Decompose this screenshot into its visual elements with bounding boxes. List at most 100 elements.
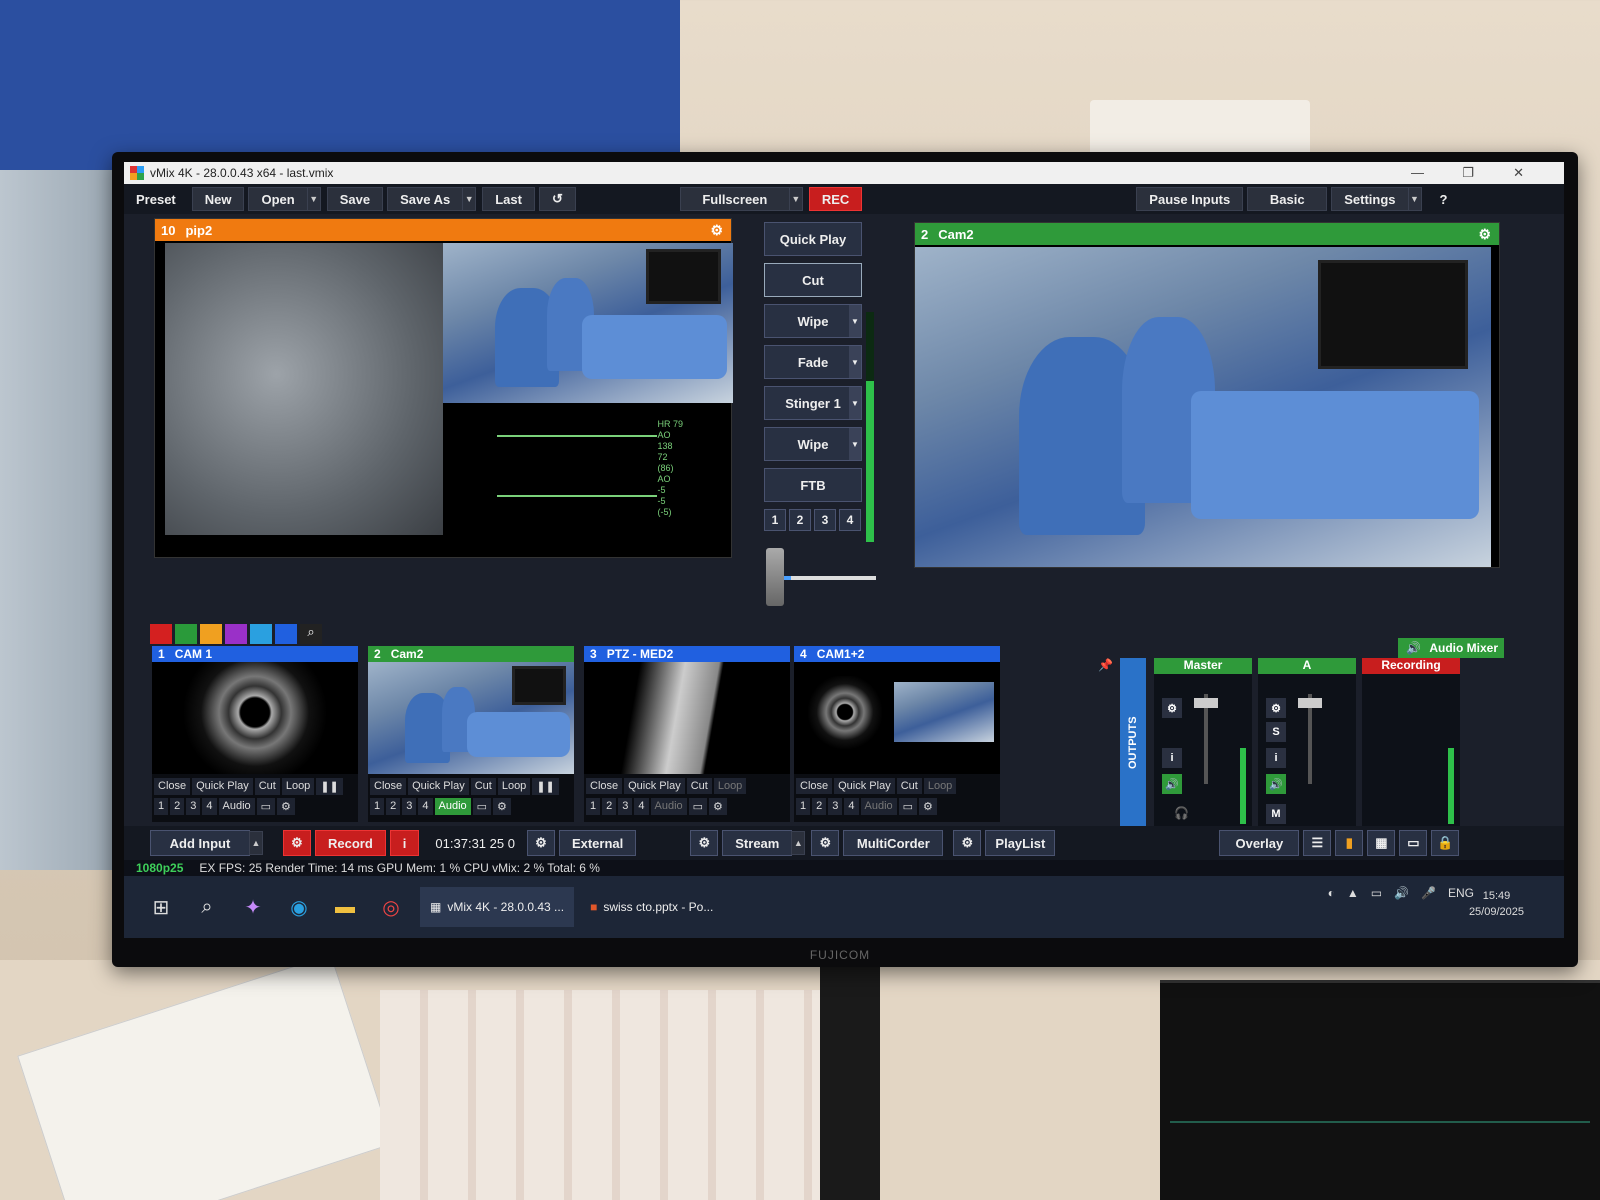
wipe2-button[interactable]: Wipe ▼ [764,427,862,461]
stinger-button[interactable]: Stinger 1 ▼ [764,386,862,420]
overlay-1-button[interactable]: 1 [154,798,169,815]
info-button[interactable]: i [1266,748,1286,768]
transition-4-button[interactable]: 4 [839,509,861,531]
gear-icon[interactable]: ⚙ [709,798,727,815]
gear-icon[interactable]: ⚙ [710,222,723,239]
audio-button[interactable]: Audio [650,798,687,815]
fade-button[interactable]: Fade ▼ [764,345,862,379]
start-icon[interactable]: ⊞ [146,892,176,922]
save-as-dropdown-icon[interactable]: ▼ [462,187,477,211]
pause-inputs-button[interactable]: Pause Inputs [1136,187,1244,211]
add-input-button[interactable]: Add Input [150,830,250,856]
quick-play-button[interactable]: Quick Play [834,778,895,794]
network-icon[interactable]: ▭ [1371,886,1382,900]
restore-icon[interactable]: ❐ [1462,165,1474,181]
stream-dropdown-icon[interactable]: ▲ [791,831,806,855]
overlay-3-button[interactable]: 3 [828,798,843,815]
stream-button[interactable]: Stream [722,830,793,856]
transition-2-button[interactable]: 2 [789,509,811,531]
chrome-icon[interactable]: ◎ [376,892,406,922]
cut-button[interactable]: Cut [470,778,496,795]
t-bar-handle[interactable] [766,548,784,606]
gear-icon[interactable]: ⚙ [526,830,555,856]
t-bar[interactable] [766,548,878,606]
basic-button[interactable]: Basic [1247,187,1328,211]
record-button[interactable]: Record [315,830,386,856]
new-button[interactable]: New [191,187,245,211]
clock[interactable]: 15:49 25/09/2025 [1469,888,1524,920]
gear-icon[interactable]: ⚙ [690,830,719,856]
input-tile-2[interactable]: 2 Cam2 Close Quick Play Cut Loop ❚❚ 1 2 3 4 Audio… [368,646,574,822]
help-button[interactable]: ? [1428,187,1460,211]
loop-button[interactable]: Loop [713,778,747,794]
overlay-4-button[interactable]: 4 [844,798,859,815]
loop-button[interactable]: Loop [281,778,315,795]
quick-play-button[interactable]: Quick Play [624,778,685,794]
cut-button[interactable]: Cut [896,778,922,794]
undo-icon[interactable]: ↺ [538,187,576,211]
transition-1-button[interactable]: 1 [764,509,786,531]
chart-icon[interactable]: ▮ [1335,830,1364,856]
overlay-4-button[interactable]: 4 [634,798,649,815]
color-tag-blue[interactable] [275,624,297,644]
playlist-button[interactable]: PlayList [985,830,1056,856]
overlay-3-button[interactable]: 3 [618,798,633,815]
pause-icon[interactable]: ❚❚ [532,778,559,795]
loop-button[interactable]: Loop [923,778,957,794]
gear-icon[interactable]: ⚙ [1478,226,1491,243]
audio-button[interactable]: Audio [434,798,471,815]
audio-button[interactable]: Audio [860,798,897,815]
taskbar-vmix[interactable]: ▦ vMix 4K - 28.0.0.43 ... [420,887,575,927]
display-icon[interactable]: ▭ [1399,830,1428,856]
save-button[interactable]: Save [326,187,384,211]
gear-icon[interactable]: ⚙ [1266,698,1286,718]
monitor-icon[interactable]: ▭ [898,798,918,815]
color-tag-orange[interactable] [200,624,222,644]
input-tile-1[interactable]: 1 CAM 1 Close Quick Play Cut Loop ❚❚ 1 2 3 4 Audi… [152,646,358,822]
gear-icon[interactable]: ⚙ [1162,698,1182,718]
overlay-1-button[interactable]: 1 [796,798,811,815]
master-fader-knob[interactable] [1194,698,1218,708]
monitor-icon[interactable]: ▭ [256,798,276,815]
overlay-2-button[interactable]: 2 [170,798,185,815]
overlay-1-button[interactable]: 1 [586,798,601,815]
open-button[interactable]: Open [248,187,308,211]
quick-play-button[interactable]: Quick Play [408,778,469,795]
lock-icon[interactable]: 🔒 [1431,830,1460,856]
cut-button[interactable]: Cut [686,778,712,794]
ftb-button[interactable]: FTB [764,468,862,502]
settings-dropdown-icon[interactable]: ▼ [1407,187,1422,211]
search-icon[interactable]: ⌕ [300,624,322,644]
headphones-icon[interactable]: 🎧 [1174,806,1189,820]
cut-button[interactable]: Cut [764,263,862,297]
gear-icon[interactable]: ⚙ [493,798,511,815]
info-button[interactable]: i [1162,748,1182,768]
grid-icon[interactable]: ▦ [1367,830,1396,856]
rec-indicator[interactable]: REC [808,187,863,211]
close-button[interactable]: Close [796,778,833,794]
quick-play-button[interactable]: Quick Play [192,778,253,795]
loop-button[interactable]: Loop [497,778,531,795]
speaker-icon[interactable]: 🔊 [1266,774,1286,794]
mute-button[interactable]: M [1266,804,1286,824]
close-button[interactable]: Close [154,778,191,795]
color-tag-cyan[interactable] [250,624,272,644]
overlay-2-button[interactable]: 2 [602,798,617,815]
pause-icon[interactable]: ❚❚ [316,778,343,795]
gear-icon[interactable]: ⚙ [277,798,295,815]
audio-mixer-header[interactable]: 🔊 Audio Mixer [1398,638,1504,658]
overlay-2-button[interactable]: 2 [812,798,827,815]
gear-icon[interactable]: ⚙ [283,830,311,856]
transition-3-button[interactable]: 3 [814,509,836,531]
save-as-button[interactable]: Save As [387,187,464,211]
multicorder-button[interactable]: MultiCorder [843,830,944,856]
fullscreen-dropdown-icon[interactable]: ▼ [788,187,803,211]
cut-button[interactable]: Cut [254,778,280,795]
color-tag-green[interactable] [175,624,197,644]
folder-icon[interactable]: ▬ [330,892,360,922]
overlay-3-button[interactable]: 3 [186,798,201,815]
minimize-icon[interactable]: — [1411,165,1424,180]
open-dropdown-icon[interactable]: ▼ [306,187,321,211]
gear-icon[interactable]: ⚙ [953,830,982,856]
overlay-button[interactable]: Overlay [1219,830,1300,856]
